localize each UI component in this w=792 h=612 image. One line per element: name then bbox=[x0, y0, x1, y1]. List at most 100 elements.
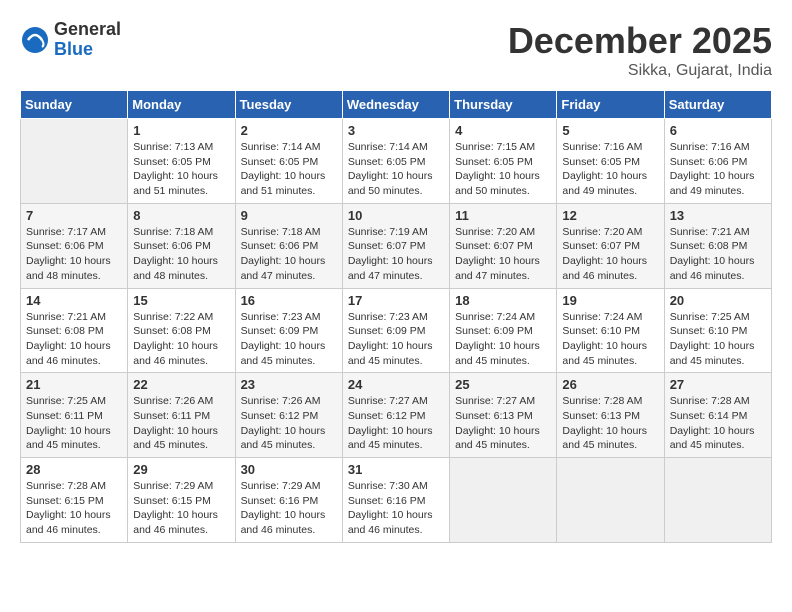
day-info: Sunrise: 7:17 AM Sunset: 6:06 PM Dayligh… bbox=[26, 225, 122, 284]
day-number: 18 bbox=[455, 293, 551, 308]
day-header-sunday: Sunday bbox=[21, 91, 128, 119]
calendar-cell: 13 Sunrise: 7:21 AM Sunset: 6:08 PM Dayli… bbox=[664, 203, 771, 288]
day-info: Sunrise: 7:16 AM Sunset: 6:05 PM Dayligh… bbox=[562, 140, 658, 199]
calendar-cell: 30 Sunrise: 7:29 AM Sunset: 6:16 PM Dayli… bbox=[235, 458, 342, 543]
day-info: Sunrise: 7:21 AM Sunset: 6:08 PM Dayligh… bbox=[26, 310, 122, 369]
day-header-saturday: Saturday bbox=[664, 91, 771, 119]
day-number: 14 bbox=[26, 293, 122, 308]
calendar-table: SundayMondayTuesdayWednesdayThursdayFrid… bbox=[20, 90, 772, 543]
title-area: December 2025 Sikka, Gujarat, India bbox=[508, 20, 772, 80]
day-number: 6 bbox=[670, 123, 766, 138]
logo-blue: Blue bbox=[54, 40, 121, 60]
day-info: Sunrise: 7:29 AM Sunset: 6:16 PM Dayligh… bbox=[241, 479, 337, 538]
day-info: Sunrise: 7:24 AM Sunset: 6:10 PM Dayligh… bbox=[562, 310, 658, 369]
calendar-week-row: 21 Sunrise: 7:25 AM Sunset: 6:11 PM Dayli… bbox=[21, 373, 772, 458]
calendar-week-row: 28Sunrise: 7:28 AM Sunset: 6:15 PM Dayli… bbox=[21, 458, 772, 543]
calendar-week-row: 7 Sunrise: 7:17 AM Sunset: 6:06 PM Daylig… bbox=[21, 203, 772, 288]
day-info: Sunrise: 7:25 AM Sunset: 6:11 PM Dayligh… bbox=[26, 394, 122, 453]
day-number: 11 bbox=[455, 208, 551, 223]
calendar-cell: 4 Sunrise: 7:15 AM Sunset: 6:05 PM Daylig… bbox=[450, 119, 557, 204]
day-info: Sunrise: 7:20 AM Sunset: 6:07 PM Dayligh… bbox=[455, 225, 551, 284]
day-number: 25 bbox=[455, 377, 551, 392]
calendar-cell: 2Sunrise: 7:14 AM Sunset: 6:05 PM Daylig… bbox=[235, 119, 342, 204]
day-info: Sunrise: 7:13 AM Sunset: 6:05 PM Dayligh… bbox=[133, 140, 229, 199]
calendar-cell: 21 Sunrise: 7:25 AM Sunset: 6:11 PM Dayli… bbox=[21, 373, 128, 458]
calendar-cell: 10 Sunrise: 7:19 AM Sunset: 6:07 PM Dayli… bbox=[342, 203, 449, 288]
logo-text: General Blue bbox=[54, 20, 121, 60]
calendar-cell: 7 Sunrise: 7:17 AM Sunset: 6:06 PM Daylig… bbox=[21, 203, 128, 288]
calendar-cell: 22Sunrise: 7:26 AM Sunset: 6:11 PM Dayli… bbox=[128, 373, 235, 458]
calendar-cell: 24Sunrise: 7:27 AM Sunset: 6:12 PM Dayli… bbox=[342, 373, 449, 458]
day-number: 10 bbox=[348, 208, 444, 223]
day-info: Sunrise: 7:27 AM Sunset: 6:12 PM Dayligh… bbox=[348, 394, 444, 453]
day-info: Sunrise: 7:20 AM Sunset: 6:07 PM Dayligh… bbox=[562, 225, 658, 284]
day-number: 3 bbox=[348, 123, 444, 138]
day-info: Sunrise: 7:23 AM Sunset: 6:09 PM Dayligh… bbox=[348, 310, 444, 369]
calendar-cell: 6Sunrise: 7:16 AM Sunset: 6:06 PM Daylig… bbox=[664, 119, 771, 204]
day-info: Sunrise: 7:24 AM Sunset: 6:09 PM Dayligh… bbox=[455, 310, 551, 369]
day-info: Sunrise: 7:30 AM Sunset: 6:16 PM Dayligh… bbox=[348, 479, 444, 538]
calendar-cell: 14 Sunrise: 7:21 AM Sunset: 6:08 PM Dayli… bbox=[21, 288, 128, 373]
day-number: 15 bbox=[133, 293, 229, 308]
day-header-thursday: Thursday bbox=[450, 91, 557, 119]
day-number: 29 bbox=[133, 462, 229, 477]
calendar-cell: 9 Sunrise: 7:18 AM Sunset: 6:06 PM Daylig… bbox=[235, 203, 342, 288]
day-info: Sunrise: 7:25 AM Sunset: 6:10 PM Dayligh… bbox=[670, 310, 766, 369]
calendar-cell: 27 Sunrise: 7:28 AM Sunset: 6:14 PM Dayli… bbox=[664, 373, 771, 458]
day-number: 20 bbox=[670, 293, 766, 308]
day-info: Sunrise: 7:26 AM Sunset: 6:12 PM Dayligh… bbox=[241, 394, 337, 453]
day-info: Sunrise: 7:15 AM Sunset: 6:05 PM Dayligh… bbox=[455, 140, 551, 199]
calendar-cell: 20 Sunrise: 7:25 AM Sunset: 6:10 PM Dayli… bbox=[664, 288, 771, 373]
day-number: 8 bbox=[133, 208, 229, 223]
day-header-monday: Monday bbox=[128, 91, 235, 119]
day-number: 22 bbox=[133, 377, 229, 392]
calendar-cell: 5 Sunrise: 7:16 AM Sunset: 6:05 PM Daylig… bbox=[557, 119, 664, 204]
calendar-header-row: SundayMondayTuesdayWednesdayThursdayFrid… bbox=[21, 91, 772, 119]
day-info: Sunrise: 7:18 AM Sunset: 6:06 PM Dayligh… bbox=[241, 225, 337, 284]
day-header-tuesday: Tuesday bbox=[235, 91, 342, 119]
calendar-cell: 29Sunrise: 7:29 AM Sunset: 6:15 PM Dayli… bbox=[128, 458, 235, 543]
day-info: Sunrise: 7:14 AM Sunset: 6:05 PM Dayligh… bbox=[348, 140, 444, 199]
day-number: 2 bbox=[241, 123, 337, 138]
day-number: 27 bbox=[670, 377, 766, 392]
day-info: Sunrise: 7:23 AM Sunset: 6:09 PM Dayligh… bbox=[241, 310, 337, 369]
day-info: Sunrise: 7:22 AM Sunset: 6:08 PM Dayligh… bbox=[133, 310, 229, 369]
day-number: 30 bbox=[241, 462, 337, 477]
logo: General Blue bbox=[20, 20, 121, 60]
day-header-wednesday: Wednesday bbox=[342, 91, 449, 119]
day-number: 9 bbox=[241, 208, 337, 223]
calendar-cell: 16 Sunrise: 7:23 AM Sunset: 6:09 PM Dayli… bbox=[235, 288, 342, 373]
day-number: 21 bbox=[26, 377, 122, 392]
page-header: General Blue December 2025 Sikka, Gujara… bbox=[20, 20, 772, 80]
calendar-cell: 25 Sunrise: 7:27 AM Sunset: 6:13 PM Dayli… bbox=[450, 373, 557, 458]
logo-general: General bbox=[54, 20, 121, 40]
calendar-cell: 15 Sunrise: 7:22 AM Sunset: 6:08 PM Dayli… bbox=[128, 288, 235, 373]
calendar-cell: 31Sunrise: 7:30 AM Sunset: 6:16 PM Dayli… bbox=[342, 458, 449, 543]
day-number: 17 bbox=[348, 293, 444, 308]
day-number: 12 bbox=[562, 208, 658, 223]
day-number: 23 bbox=[241, 377, 337, 392]
day-info: Sunrise: 7:21 AM Sunset: 6:08 PM Dayligh… bbox=[670, 225, 766, 284]
calendar-cell: 23 Sunrise: 7:26 AM Sunset: 6:12 PM Dayli… bbox=[235, 373, 342, 458]
day-header-friday: Friday bbox=[557, 91, 664, 119]
calendar-cell: 18 Sunrise: 7:24 AM Sunset: 6:09 PM Dayli… bbox=[450, 288, 557, 373]
calendar-cell bbox=[450, 458, 557, 543]
day-info: Sunrise: 7:19 AM Sunset: 6:07 PM Dayligh… bbox=[348, 225, 444, 284]
calendar-cell: 19 Sunrise: 7:24 AM Sunset: 6:10 PM Dayli… bbox=[557, 288, 664, 373]
day-number: 28 bbox=[26, 462, 122, 477]
month-title: December 2025 bbox=[508, 20, 772, 62]
calendar-cell: 17 Sunrise: 7:23 AM Sunset: 6:09 PM Dayli… bbox=[342, 288, 449, 373]
day-number: 4 bbox=[455, 123, 551, 138]
day-number: 5 bbox=[562, 123, 658, 138]
day-info: Sunrise: 7:28 AM Sunset: 6:14 PM Dayligh… bbox=[670, 394, 766, 453]
day-number: 19 bbox=[562, 293, 658, 308]
calendar-cell: 3 Sunrise: 7:14 AM Sunset: 6:05 PM Daylig… bbox=[342, 119, 449, 204]
calendar-cell bbox=[664, 458, 771, 543]
day-number: 13 bbox=[670, 208, 766, 223]
day-info: Sunrise: 7:28 AM Sunset: 6:13 PM Dayligh… bbox=[562, 394, 658, 453]
logo-icon bbox=[20, 25, 50, 55]
day-info: Sunrise: 7:27 AM Sunset: 6:13 PM Dayligh… bbox=[455, 394, 551, 453]
calendar-cell bbox=[21, 119, 128, 204]
day-number: 7 bbox=[26, 208, 122, 223]
day-number: 16 bbox=[241, 293, 337, 308]
